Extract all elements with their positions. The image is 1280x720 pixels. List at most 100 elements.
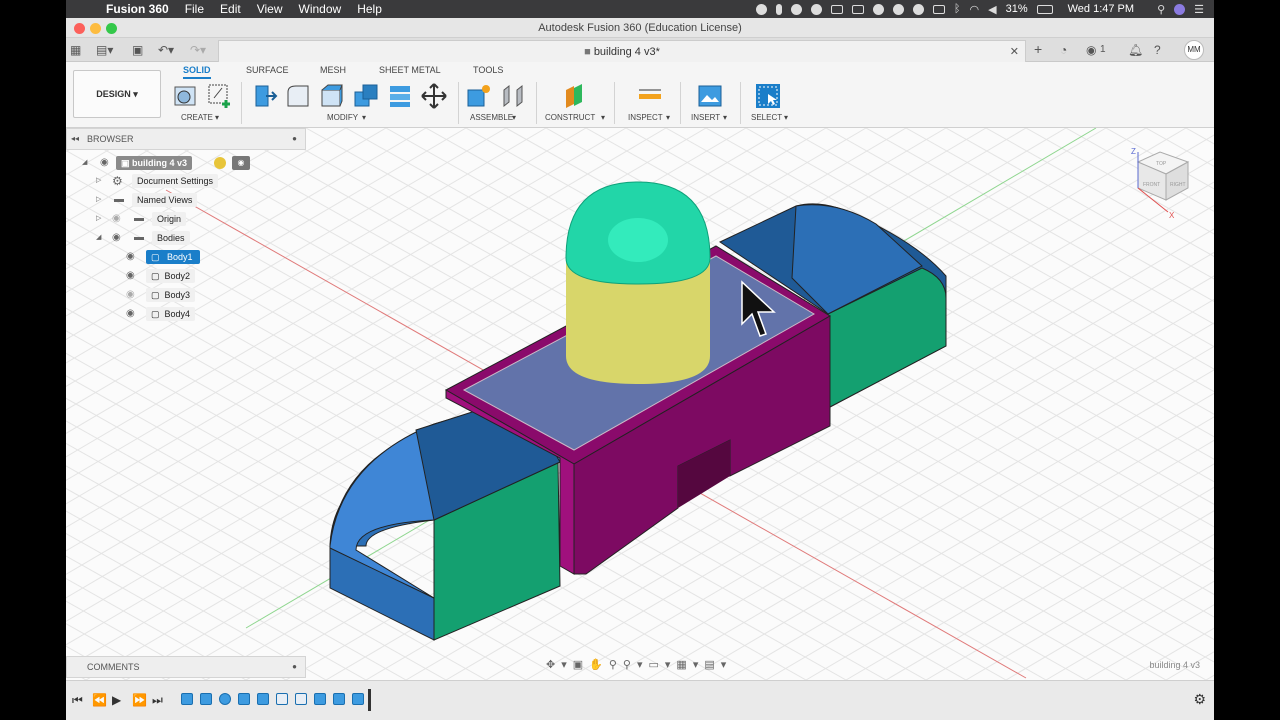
timeline-feature[interactable] <box>200 693 212 705</box>
tree-root[interactable]: ◢ ◉ ▣ building 4 v3 ◉ <box>82 154 282 172</box>
inspect-menu[interactable]: INSPECT <box>628 113 663 122</box>
notifications-icon[interactable]: 🔔︎ <box>1128 43 1143 57</box>
fit-icon[interactable]: ⚲▾ <box>623 659 649 671</box>
tab-tools[interactable]: TOOLS <box>473 65 503 75</box>
spotlight-icon[interactable]: ⚲ <box>1157 3 1165 16</box>
menu-help[interactable]: Help <box>357 2 382 16</box>
tree-body-4[interactable]: ◉ ▢ Body4 <box>126 305 276 323</box>
display-settings-icon[interactable]: ▭▾ <box>649 659 677 671</box>
modify-menu[interactable]: MODIFY <box>327 113 358 122</box>
browser-header[interactable]: ◂◂ BROWSER ● <box>66 128 306 150</box>
tab-solid[interactable]: SOLID <box>183 65 211 79</box>
tree-item-document-settings[interactable]: ▷ ⚙ Document Settings <box>96 172 296 190</box>
timeline-feature[interactable] <box>333 693 345 705</box>
extensions-icon[interactable]: ◔ <box>1060 43 1067 57</box>
collapse-browser-icon[interactable]: ◂◂ <box>71 129 79 149</box>
tab-sheet-metal[interactable]: SHEET METAL <box>379 65 441 75</box>
fillet-icon[interactable] <box>284 82 312 110</box>
press-pull-icon[interactable] <box>250 82 278 110</box>
siri-icon[interactable] <box>1174 3 1186 15</box>
select-menu-caret[interactable]: ▾ <box>784 113 788 122</box>
activate-badge-icon[interactable] <box>214 157 226 169</box>
view-cube-front[interactable]: FRONT <box>1143 182 1160 188</box>
timeline-settings-icon[interactable]: ⚙ <box>1193 691 1206 708</box>
expand-arrow-icon[interactable]: ◢ <box>96 229 101 247</box>
notification-center-icon[interactable]: ☰ <box>1194 3 1204 16</box>
cloud-icon[interactable] <box>790 3 802 15</box>
pan-icon[interactable]: ✋ <box>589 659 609 671</box>
close-tab-icon[interactable]: ✕ <box>1010 41 1019 63</box>
offset-plane-icon[interactable] <box>562 82 590 110</box>
wifi-icon[interactable]: ◠ <box>970 3 980 16</box>
construct-menu-caret[interactable]: ▾ <box>601 113 605 122</box>
visibility-eye-icon[interactable]: ◉ <box>126 267 135 285</box>
timeline-end-icon[interactable]: ⏭ <box>152 693 163 708</box>
visibility-eye-icon[interactable]: ◉ <box>112 210 121 228</box>
expand-arrow-icon[interactable]: ◢ <box>82 154 87 172</box>
timeline-feature[interactable] <box>352 693 364 705</box>
share-icon[interactable] <box>892 3 904 15</box>
file-menu-icon[interactable]: ▤▾ <box>96 43 113 57</box>
menu-edit[interactable]: Edit <box>220 2 241 16</box>
insert-menu-caret[interactable]: ▾ <box>723 113 727 122</box>
grid-settings-icon[interactable]: ▦▾ <box>676 659 704 671</box>
menu-file[interactable]: File <box>185 2 204 16</box>
visibility-eye-icon[interactable]: ◉ <box>126 305 135 323</box>
screen-icon[interactable] <box>830 4 843 14</box>
comments-panel[interactable]: COMMENTS ● <box>66 656 306 678</box>
expand-arrow-icon[interactable]: ▷ <box>96 210 101 228</box>
visibility-eye-icon[interactable]: ◉ <box>126 286 135 304</box>
new-component-icon[interactable] <box>172 82 200 110</box>
tree-item-bodies[interactable]: ◢ ◉ ▬ Bodies <box>96 229 296 247</box>
data-panel-grid-icon[interactable]: ▦ <box>70 43 81 57</box>
view-cube-right[interactable]: RIGHT <box>1170 182 1186 188</box>
new-tab-icon[interactable]: + <box>1034 41 1042 57</box>
timeline-feature[interactable] <box>276 693 288 705</box>
move-copy-icon[interactable] <box>420 82 448 110</box>
select-icon[interactable] <box>754 82 782 110</box>
timeline-marker[interactable] <box>368 689 371 711</box>
minimize-window-button[interactable] <box>90 23 101 34</box>
timeline-forward-icon[interactable]: ⏩ <box>132 693 147 707</box>
expand-arrow-icon[interactable]: ▷ <box>96 172 101 190</box>
timeline-feature[interactable] <box>257 693 269 705</box>
orbit-icon[interactable]: ✥▾ <box>546 659 573 671</box>
tab-surface[interactable]: SURFACE <box>246 65 289 75</box>
body2-cylinder-dome[interactable] <box>565 181 711 384</box>
battery-icon[interactable] <box>1036 4 1053 14</box>
workspace-switcher[interactable]: DESIGN ▾ <box>73 70 161 118</box>
timeline-feature[interactable] <box>314 693 326 705</box>
insert-image-icon[interactable] <box>696 82 724 110</box>
joint-icon[interactable] <box>499 82 527 110</box>
select-menu[interactable]: SELECT <box>751 113 782 122</box>
sync-icon[interactable] <box>810 3 822 15</box>
offset-face-icon[interactable] <box>386 82 414 110</box>
combine-icon[interactable] <box>352 82 380 110</box>
timeline-feature[interactable] <box>238 693 250 705</box>
record-icon[interactable] <box>755 3 767 15</box>
viewports-icon[interactable]: ▤▾ <box>704 659 732 671</box>
zoom-window-button[interactable] <box>106 23 117 34</box>
comments-pin-icon[interactable]: ● <box>292 657 297 677</box>
visibility-eye-icon[interactable]: ◉ <box>100 154 109 172</box>
tree-body-1[interactable]: ◉ ▢ Body1 <box>126 248 276 266</box>
redo-icon[interactable]: ↷▾ <box>190 43 206 57</box>
airplay-icon[interactable] <box>932 4 945 14</box>
menu-view[interactable]: View <box>257 2 283 16</box>
tree-body-2[interactable]: ◉ ▢ Body2 <box>126 267 276 285</box>
tree-item-named-views[interactable]: ▷ ▬ Named Views <box>96 191 296 209</box>
shell-icon[interactable] <box>318 82 346 110</box>
construct-menu[interactable]: CONSTRUCT <box>545 113 595 122</box>
radio-target-icon[interactable]: ◉ <box>232 156 250 170</box>
create-sketch-icon[interactable] <box>206 82 234 110</box>
close-window-button[interactable] <box>74 23 85 34</box>
cast-icon[interactable] <box>851 4 864 14</box>
visibility-eye-icon[interactable]: ◉ <box>126 248 135 266</box>
create-menu[interactable]: CREATE <box>181 113 213 122</box>
measure-icon[interactable] <box>636 82 664 110</box>
clock[interactable]: Wed 1:47 PM <box>1068 3 1134 15</box>
menu-app-name[interactable]: Fusion 360 <box>106 2 169 16</box>
tree-body-3[interactable]: ◉ ▢ Body3 <box>126 286 276 304</box>
timeline-feature[interactable] <box>181 693 193 705</box>
look-at-icon[interactable]: ▣ <box>573 659 589 671</box>
